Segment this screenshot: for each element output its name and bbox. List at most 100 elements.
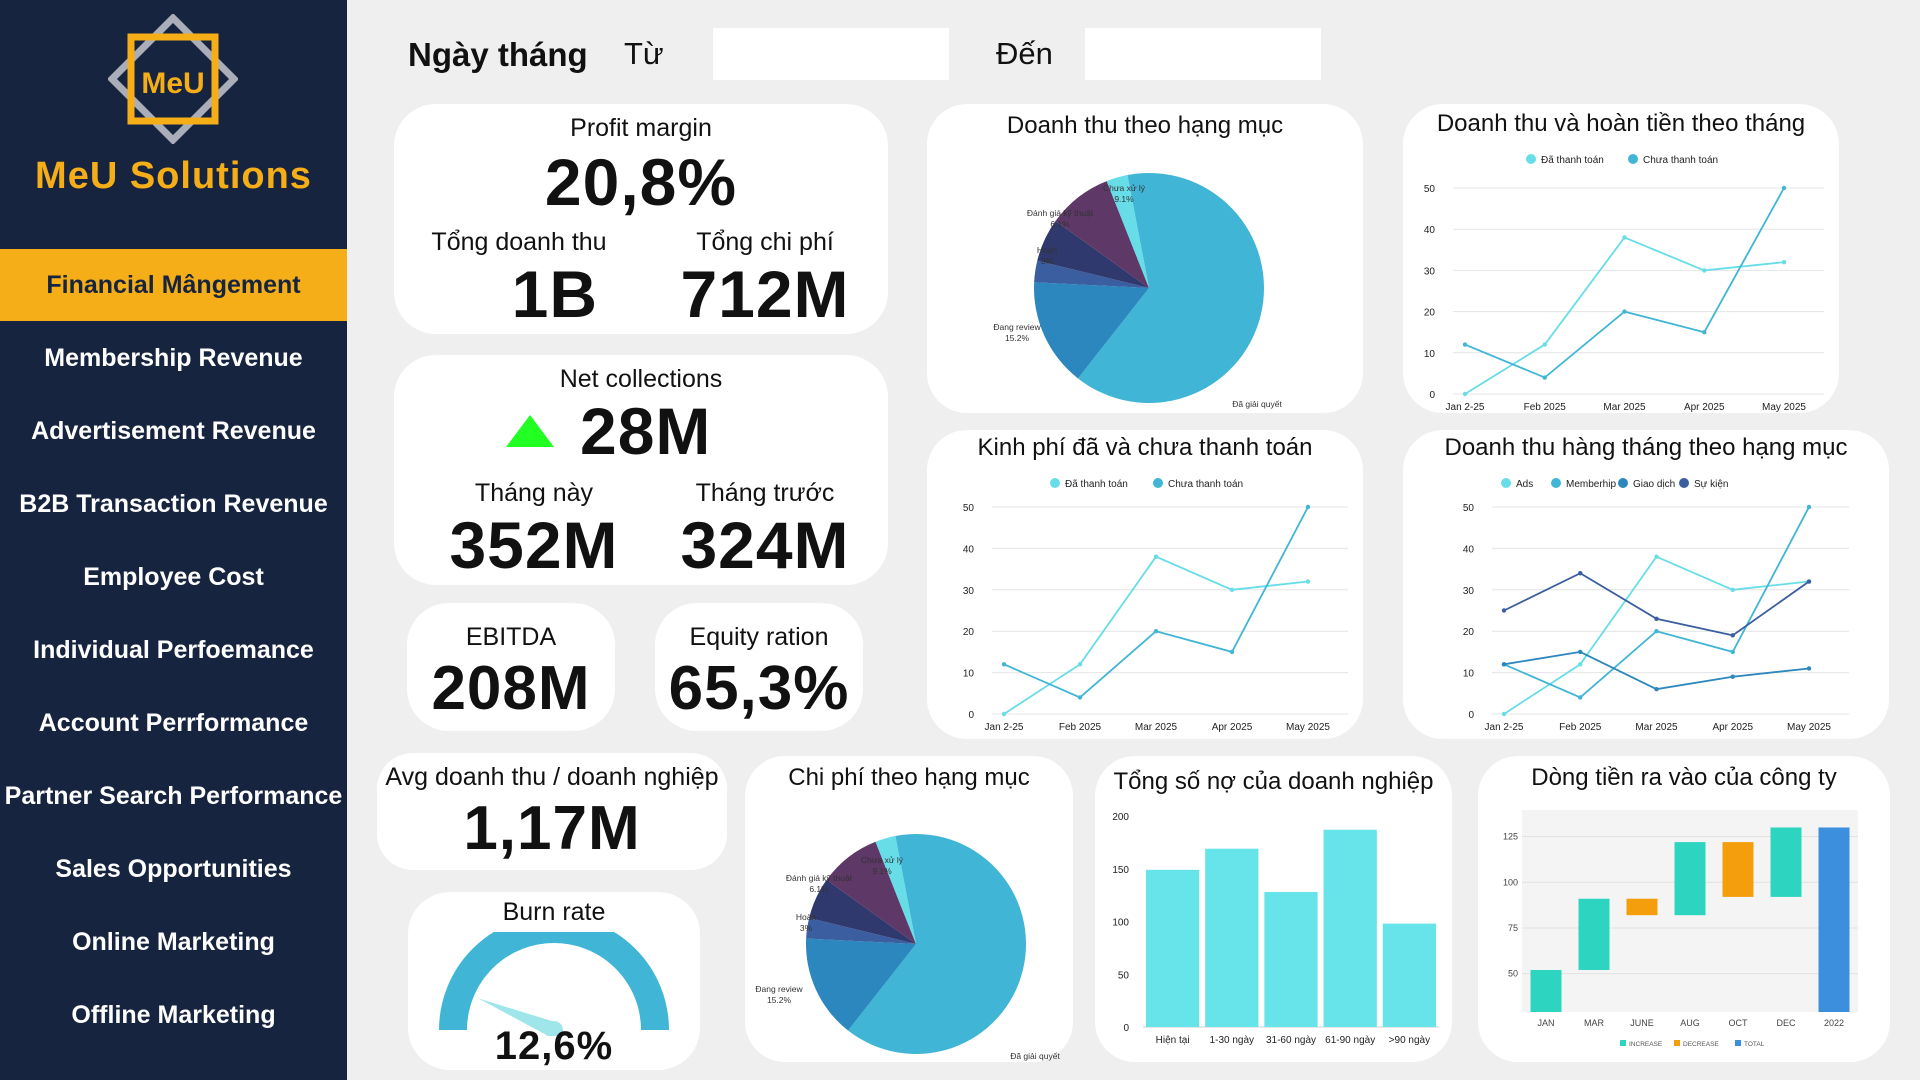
x-tick-label: OCT <box>1729 1018 1749 1028</box>
waterfall-bar <box>1722 842 1754 897</box>
sidebar-item-sales-opportunities[interactable]: Sales Opportunities <box>0 833 347 905</box>
x-tick-label: Jan 2-25 <box>1446 402 1485 413</box>
slice-pct: 15.2% <box>767 995 792 1005</box>
data-point <box>1730 587 1735 592</box>
x-tick-label: Feb 2025 <box>1559 722 1602 733</box>
legend-swatch <box>1618 478 1628 488</box>
data-point <box>1153 554 1159 559</box>
y-tick-label: 0 <box>968 710 974 721</box>
net-collections-label: Net collections <box>559 365 723 393</box>
total-revenue-value: 1B <box>511 257 598 331</box>
burn-rate-value: 12,6% <box>494 1024 614 1068</box>
data-point <box>1578 695 1583 700</box>
chart-title: Doanh thu hàng tháng theo hạng mục <box>1444 434 1848 461</box>
series-line <box>1503 572 1810 637</box>
legend-label: Ads <box>1516 479 1533 490</box>
x-tick-label: JUNE <box>1630 1018 1654 1028</box>
waterfall-bar <box>1626 898 1658 916</box>
debt-bar <box>1205 848 1259 1027</box>
avg-revenue-value: 1,17M <box>463 794 641 863</box>
data-point <box>1542 342 1547 347</box>
debt-bar <box>1264 891 1318 1027</box>
x-tick-label: Mar 2025 <box>1635 722 1678 733</box>
data-point <box>1153 629 1159 634</box>
x-tick-label: >90 ngày <box>1389 1035 1430 1046</box>
data-point <box>1077 662 1083 667</box>
x-tick-label: 1-30 ngày <box>1210 1035 1254 1046</box>
data-point <box>1654 616 1659 621</box>
slice-label: Đánh giá kỹ thuật <box>786 873 853 883</box>
x-tick-label: MAR <box>1584 1018 1605 1028</box>
chart-title: Tổng số nợ của doanh nghiệp <box>1113 768 1434 795</box>
data-point <box>1622 235 1627 240</box>
sidebar-item-partner-search-performance[interactable]: Partner Search Performance <box>0 760 347 832</box>
ebitda-label: EBITDA <box>465 623 557 651</box>
legend-label: Giao dịch <box>1633 479 1675 490</box>
last-month-value: 324M <box>680 508 850 582</box>
revenue-by-category-pie: Đã giải quyết63.6%Đang review15.2%Hoàn3%… <box>993 173 1282 409</box>
revenue-refund-line-chart: 0 10 20 30 40 50 Jan 2-25 Feb 2025 Mar 2025 Apr 2… <box>1424 154 1824 413</box>
sidebar: MeU MeU Solutions Financial Mângement Me… <box>0 0 347 1080</box>
slice-pct: 3% <box>1041 256 1054 266</box>
legend-swatch <box>1620 1040 1626 1046</box>
data-point <box>1462 342 1468 347</box>
from-date-input[interactable] <box>713 28 949 80</box>
y-tick-label: 30 <box>963 586 975 597</box>
legend-label: DECREASE <box>1683 1041 1719 1048</box>
profit-margin-card: Profit margin 20,8% Tổng doanh thu Tổng … <box>394 104 888 334</box>
paid-unpaid-line-chart: 0 10 20 30 40 50 Jan 2-25 Feb 2025 Mar 2025 Apr 2… <box>963 478 1348 733</box>
cost-by-category-card: Chi phí theo hạng mục Đã giải quyết63.6%… <box>745 756 1073 1062</box>
slice-label: Đang review <box>993 322 1041 332</box>
debt-bar <box>1382 923 1437 1027</box>
legend-swatch <box>1628 154 1638 164</box>
legend-swatch <box>1735 1040 1741 1046</box>
waterfall-bar <box>1578 898 1610 970</box>
waterfall-bar <box>1530 969 1562 1012</box>
waterfall-bar <box>1818 827 1850 1012</box>
debt-bar-chart: 0 50 100 150 200 Hiện tại 1-30 ngày 31-60 ngày 6… <box>1112 812 1439 1046</box>
data-point <box>1806 666 1812 671</box>
y-tick-label: 200 <box>1112 812 1129 823</box>
sidebar-item-account-performance[interactable]: Account Perrformance <box>0 687 347 759</box>
data-point <box>1702 330 1707 335</box>
waterfall-bar <box>1674 842 1706 916</box>
y-tick-label: 10 <box>963 669 975 680</box>
total-cost-value: 712M <box>680 257 850 331</box>
data-point <box>1501 711 1507 717</box>
legend-label: Chưa thanh toán <box>1168 479 1243 490</box>
x-tick-label: May 2025 <box>1787 722 1831 733</box>
y-tick-label: 50 <box>1118 970 1130 981</box>
sidebar-item-employee-cost[interactable]: Employee Cost <box>0 541 347 613</box>
ebitda-value: 208M <box>431 654 591 723</box>
sidebar-item-online-marketing[interactable]: Online Marketing <box>0 906 347 978</box>
legend-label: Sự kiện <box>1694 479 1729 490</box>
data-point <box>1578 662 1583 667</box>
sidebar-item-individual-performance[interactable]: Individual Perfoemance <box>0 614 347 686</box>
slice-label: Chưa xử lý <box>861 855 904 865</box>
sidebar-item-financial-management[interactable]: Financial Mângement <box>0 249 347 321</box>
slice-pct: 6.1% <box>1050 219 1070 229</box>
y-tick-label: 150 <box>1112 865 1129 876</box>
net-collections-value: 28M <box>580 394 712 468</box>
to-date-input[interactable] <box>1085 28 1321 80</box>
slice-label: Chưa xử lý <box>1103 183 1146 193</box>
sidebar-item-offline-marketing[interactable]: Offline Marketing <box>0 979 347 1051</box>
legend-swatch <box>1050 478 1060 488</box>
data-point <box>1542 375 1547 380</box>
data-point <box>1305 504 1311 510</box>
slice-label: Đã giải quyết <box>1232 399 1282 409</box>
equity-label: Equity ration <box>689 623 829 651</box>
burn-rate-card: Burn rate 12,6% <box>408 892 700 1070</box>
x-tick-label: Feb 2025 <box>1524 402 1567 413</box>
data-point <box>1229 587 1235 592</box>
last-month-label: Tháng trước <box>695 479 835 507</box>
sidebar-item-advertisement-revenue[interactable]: Advertisement Revenue <box>0 395 347 467</box>
sidebar-item-membership-revenue[interactable]: Membership Revenue <box>0 322 347 394</box>
debt-card: Tổng số nợ của doanh nghiệp 0 50 100 150 200… <box>1095 756 1452 1062</box>
x-tick-label: Hiện tại <box>1156 1035 1190 1046</box>
sidebar-item-b2b-transaction-revenue[interactable]: B2B Transaction Revenue <box>0 468 347 540</box>
y-tick-label: 40 <box>963 544 975 555</box>
legend-swatch <box>1679 478 1689 488</box>
x-tick-label: May 2025 <box>1762 402 1806 413</box>
x-tick-label: Apr 2025 <box>1712 722 1753 733</box>
